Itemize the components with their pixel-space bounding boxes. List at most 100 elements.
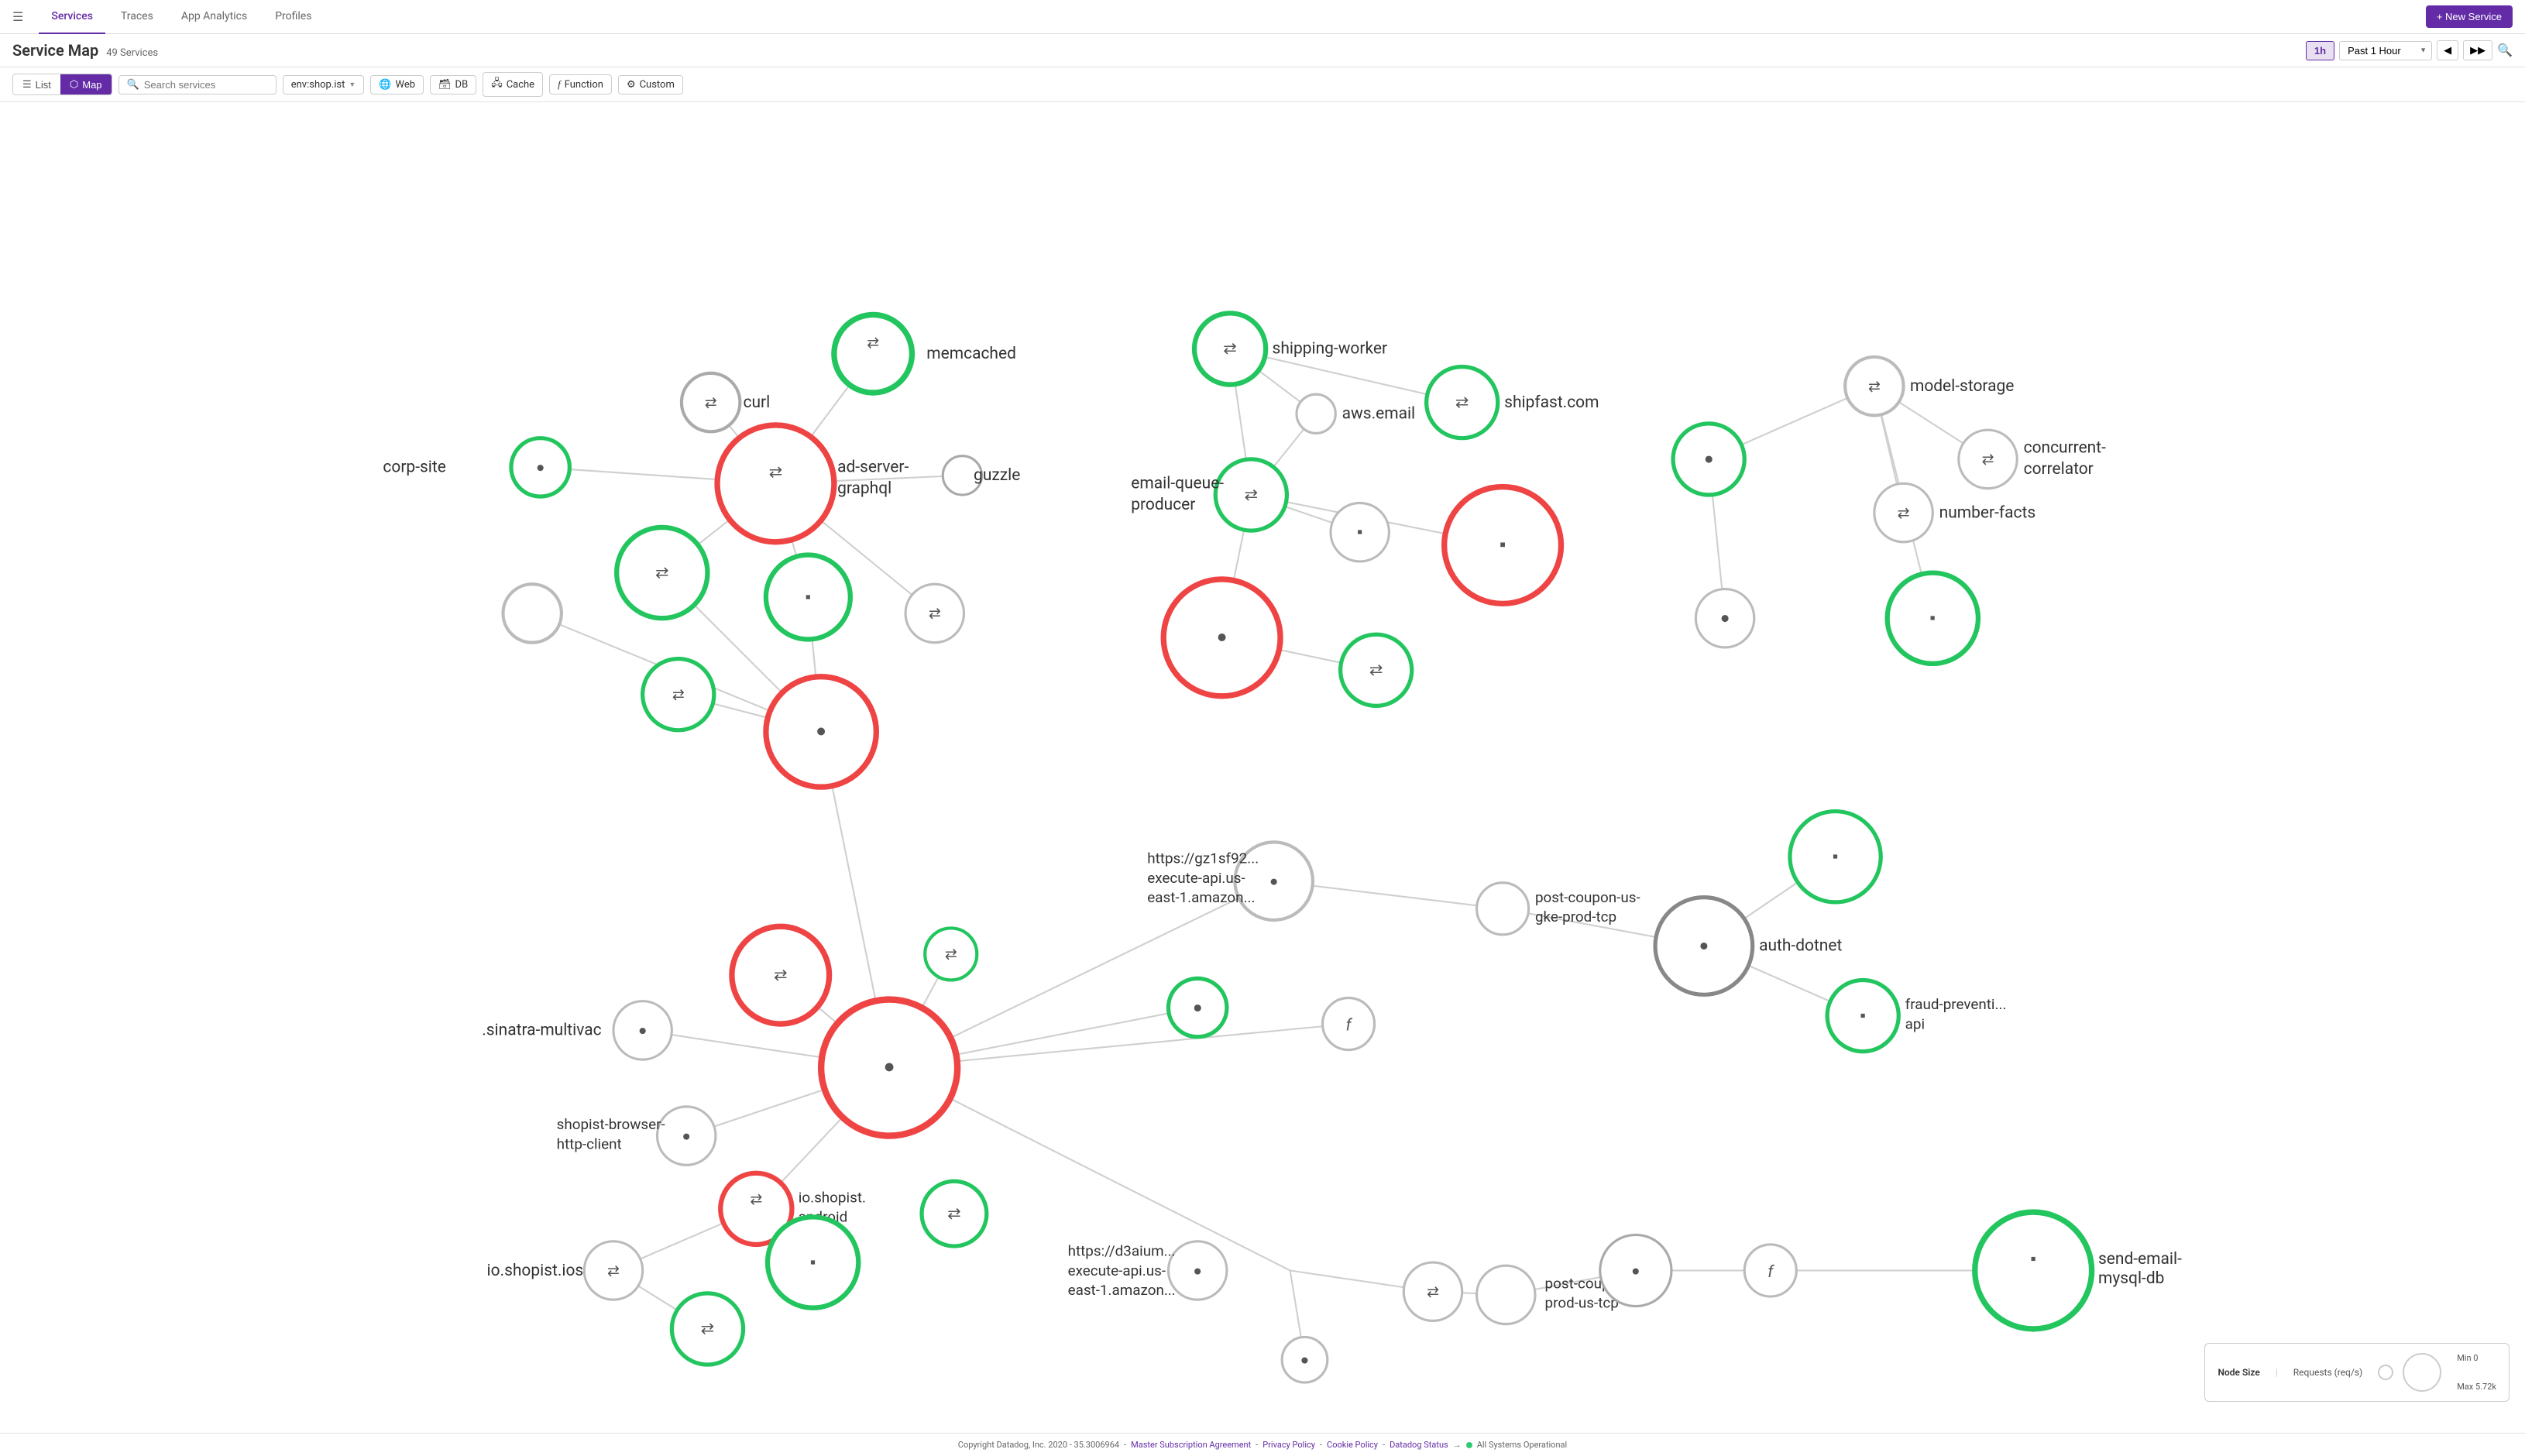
svg-text:⇄: ⇄ (1369, 661, 1383, 680)
svg-text:●: ● (1217, 627, 1228, 647)
env-filter-chip[interactable]: env:shop.ist ▼ (283, 75, 365, 94)
svg-text:ad-server-: ad-server- (837, 458, 909, 477)
footer-link-subscription[interactable]: Master Subscription Agreement (1131, 1440, 1251, 1450)
svg-text:⇄: ⇄ (1455, 393, 1469, 412)
hamburger-icon[interactable]: ☰ (12, 9, 23, 24)
svg-text:prod-us-tcp: prod-us-tcp (1545, 1295, 1619, 1312)
footer: Copyright Datadog, Inc. 2020 - 35.300696… (0, 1433, 2525, 1456)
svg-text:concurrent-: concurrent- (2024, 439, 2106, 458)
search-time-button[interactable]: 🔍 (2497, 43, 2513, 58)
legend-min-circle (2378, 1365, 2393, 1380)
footer-dash-1: - (1124, 1440, 1126, 1450)
svg-text:▪: ▪ (1500, 534, 1506, 555)
page-title-area: Service Map 49 Services (12, 41, 2300, 60)
map-label: Map (82, 79, 101, 91)
new-service-button[interactable]: + New Service (2426, 5, 2513, 28)
svg-text:●: ● (682, 1128, 691, 1145)
footer-copyright: Copyright Datadog, Inc. 2020 - 35.300696… (958, 1440, 1119, 1450)
svg-text:number-facts: number-facts (1939, 503, 2036, 522)
db-icon: 🗃 (438, 79, 452, 91)
svg-text:email-queue-: email-queue- (1131, 475, 1224, 493)
function-filter-chip[interactable]: f Function (549, 74, 612, 94)
svg-text:●: ● (816, 720, 826, 741)
nav-tab-app-analytics[interactable]: App Analytics (169, 0, 259, 34)
svg-text:⇄: ⇄ (750, 1191, 762, 1208)
svg-text:shopist-browser-: shopist-browser- (557, 1116, 665, 1133)
svg-text:⇄: ⇄ (774, 966, 788, 984)
web-filter-chip[interactable]: 🌐 Web (370, 75, 424, 94)
svg-text:●: ● (1720, 610, 1730, 628)
svg-text:⇄: ⇄ (607, 1262, 620, 1279)
svg-text:●: ● (1699, 937, 1709, 956)
top-navigation: ☰ Services Traces App Analytics Profiles… (0, 0, 2525, 34)
map-view-button[interactable]: ⬡ Map (60, 74, 112, 94)
svg-text:curl: curl (744, 393, 771, 412)
cache-filter-chip[interactable]: 🖧 Cache (483, 72, 543, 97)
time-back-button[interactable]: ◀ (2437, 40, 2458, 60)
cache-icon: 🖧 (491, 76, 503, 93)
nav-tab-services[interactable]: Services (39, 0, 105, 34)
svg-text:post-coupon-us-: post-coupon-us- (1535, 889, 1640, 906)
svg-text:⇄: ⇄ (1427, 1283, 1439, 1300)
svg-text:●: ● (1193, 1262, 1201, 1279)
search-services-input[interactable] (144, 79, 268, 91)
map-icon: ⬡ (70, 78, 78, 91)
svg-text:auth-dotnet: auth-dotnet (1759, 937, 1842, 956)
db-filter-chip[interactable]: 🗃 DB (430, 75, 476, 94)
nav-tab-profiles[interactable]: Profiles (263, 0, 324, 34)
legend-circles (2378, 1353, 2441, 1392)
custom-filter-chip[interactable]: ⚙ Custom (618, 75, 683, 94)
footer-link-cookie[interactable]: Cookie Policy (1327, 1440, 1378, 1450)
time-1h-button[interactable]: 1h (2306, 41, 2334, 60)
svg-text:●: ● (1300, 1351, 1309, 1368)
svg-text:.sinatra-multivac: .sinatra-multivac (482, 1022, 601, 1040)
legend-separator: | (2276, 1367, 2278, 1378)
legend-max-circle-wrap (2403, 1353, 2441, 1392)
svg-text:⇄: ⇄ (1245, 486, 1259, 504)
filter-bar: ☰ List ⬡ Map 🔍 env:shop.ist ▼ 🌐 Web 🗃 DB… (0, 67, 2525, 102)
footer-link-privacy[interactable]: Privacy Policy (1262, 1440, 1315, 1450)
svg-text:⇄: ⇄ (1982, 451, 1994, 468)
legend-max-circle (2403, 1353, 2441, 1392)
svg-text:⇄: ⇄ (672, 686, 685, 703)
svg-text:▪: ▪ (2030, 1250, 2035, 1269)
service-map-svg: ⇄ memcached ⇄ curl ● corp-site ⇄ ad-serv… (0, 102, 2525, 1433)
svg-text:⇄: ⇄ (945, 946, 957, 963)
time-range-select[interactable]: Past 1 Hour Past 4 Hours Past 1 Day (2339, 41, 2432, 60)
footer-link-status[interactable]: Datadog Status (1390, 1440, 1448, 1450)
svg-text:corp-site: corp-site (383, 458, 445, 477)
web-icon: 🌐 (379, 79, 391, 91)
svg-text:▪: ▪ (810, 1253, 816, 1272)
function-label: Function (565, 79, 603, 91)
svg-text:⇄: ⇄ (769, 463, 783, 482)
view-toggle: ☰ List ⬡ Map (12, 74, 112, 95)
svg-text:⇄: ⇄ (1868, 378, 1881, 395)
svg-text:●: ● (1193, 998, 1203, 1017)
page-title: Service Map (12, 41, 98, 60)
svg-text:⇄: ⇄ (867, 334, 879, 351)
svg-text:fraud-preventi...: fraud-preventi... (1905, 996, 2007, 1013)
web-label: Web (396, 79, 416, 91)
svg-text:shipping-worker: shipping-worker (1273, 340, 1388, 359)
svg-text:guzzle: guzzle (974, 466, 1020, 485)
svg-text:io.shopist.: io.shopist. (799, 1189, 866, 1206)
svg-text:●: ● (1269, 873, 1278, 890)
svg-text:https://gz1sf92...: https://gz1sf92... (1147, 850, 1259, 867)
svg-text:east-1.amazon...: east-1.amazon... (1068, 1282, 1176, 1299)
list-icon: ☰ (22, 78, 32, 91)
list-view-button[interactable]: ☰ List (13, 74, 60, 94)
svg-text:▪: ▪ (806, 588, 811, 606)
svg-text:●: ● (1631, 1262, 1640, 1279)
svg-text:execute-api.us-: execute-api.us- (1068, 1262, 1166, 1279)
svg-text:●: ● (1704, 450, 1714, 469)
requests-label: Requests (req/s) (2293, 1367, 2362, 1378)
function-icon: f (558, 78, 561, 91)
svg-text:▪: ▪ (1833, 848, 1838, 867)
nav-tab-traces[interactable]: Traces (108, 0, 166, 34)
legend-min-label: Min 0 (2457, 1353, 2496, 1363)
env-filter-chevron-icon: ▼ (349, 81, 356, 89)
svg-text:mysql-db: mysql-db (2098, 1269, 2164, 1288)
time-forward-button[interactable]: ▶▶ (2463, 40, 2492, 60)
svg-text:●: ● (638, 1022, 647, 1039)
service-map-area[interactable]: ⇄ memcached ⇄ curl ● corp-site ⇄ ad-serv… (0, 102, 2525, 1433)
